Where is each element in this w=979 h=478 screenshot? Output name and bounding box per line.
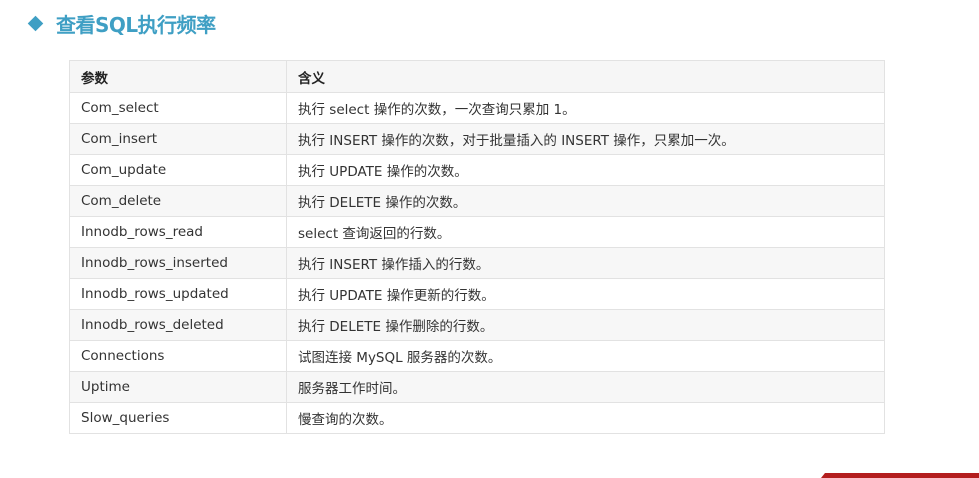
table-row: Uptime 服务器工作时间。 — [69, 371, 885, 403]
table-row: Com_select 执行 select 操作的次数，一次查询只累加 1。 — [69, 92, 885, 124]
diamond-bullet-icon — [27, 15, 44, 31]
section-heading: 查看SQL执行频率 — [27, 8, 216, 38]
parameter-cell: Com_delete — [69, 185, 287, 217]
table-header-row: 参数 含义 — [69, 60, 885, 93]
table-row: Com_insert 执行 INSERT 操作的次数，对于批量插入的 INSER… — [69, 123, 885, 155]
parameter-table: 参数 含义 Com_select 执行 select 操作的次数，一次查询只累加… — [69, 60, 885, 434]
meaning-cell: 执行 DELETE 操作删除的行数。 — [286, 309, 885, 341]
parameter-cell: Innodb_rows_updated — [69, 278, 287, 310]
slide-page: 查看SQL执行频率 参数 含义 Com_select 执行 select 操作的… — [0, 0, 979, 478]
table-row: Com_update 执行 UPDATE 操作的次数。 — [69, 154, 885, 186]
meaning-cell: 执行 INSERT 操作插入的行数。 — [286, 247, 885, 279]
parameter-cell: Innodb_rows_inserted — [69, 247, 287, 279]
column-header-parameter: 参数 — [69, 60, 287, 93]
table-row: Slow_queries 慢查询的次数。 — [69, 402, 885, 434]
meaning-cell: 执行 UPDATE 操作更新的行数。 — [286, 278, 885, 310]
meaning-cell: 服务器工作时间。 — [286, 371, 885, 403]
parameter-cell: Com_select — [69, 92, 287, 124]
parameter-cell: Innodb_rows_deleted — [69, 309, 287, 341]
meaning-cell: 执行 INSERT 操作的次数，对于批量插入的 INSERT 操作，只累加一次。 — [286, 123, 885, 155]
parameter-cell: Com_update — [69, 154, 287, 186]
parameter-cell: Slow_queries — [69, 402, 287, 434]
table-row: Innodb_rows_deleted 执行 DELETE 操作删除的行数。 — [69, 309, 885, 341]
meaning-cell: 执行 select 操作的次数，一次查询只累加 1。 — [286, 92, 885, 124]
meaning-cell: select 查询返回的行数。 — [286, 216, 885, 248]
parameter-cell: Connections — [69, 340, 287, 372]
parameter-cell: Com_insert — [69, 123, 287, 155]
table-row: Innodb_rows_updated 执行 UPDATE 操作更新的行数。 — [69, 278, 885, 310]
column-header-meaning: 含义 — [286, 60, 885, 93]
heading-title: 查看SQL执行频率 — [56, 12, 216, 37]
table-row: Connections 试图连接 MySQL 服务器的次数。 — [69, 340, 885, 372]
meaning-cell: 执行 DELETE 操作的次数。 — [286, 185, 885, 217]
parameter-cell: Innodb_rows_read — [69, 216, 287, 248]
table-row: Innodb_rows_read select 查询返回的行数。 — [69, 216, 885, 248]
footer-accent-band — [821, 473, 979, 478]
meaning-cell: 慢查询的次数。 — [286, 402, 885, 434]
table-row: Innodb_rows_inserted 执行 INSERT 操作插入的行数。 — [69, 247, 885, 279]
table-row: Com_delete 执行 DELETE 操作的次数。 — [69, 185, 885, 217]
meaning-cell: 试图连接 MySQL 服务器的次数。 — [286, 340, 885, 372]
parameter-cell: Uptime — [69, 371, 287, 403]
meaning-cell: 执行 UPDATE 操作的次数。 — [286, 154, 885, 186]
